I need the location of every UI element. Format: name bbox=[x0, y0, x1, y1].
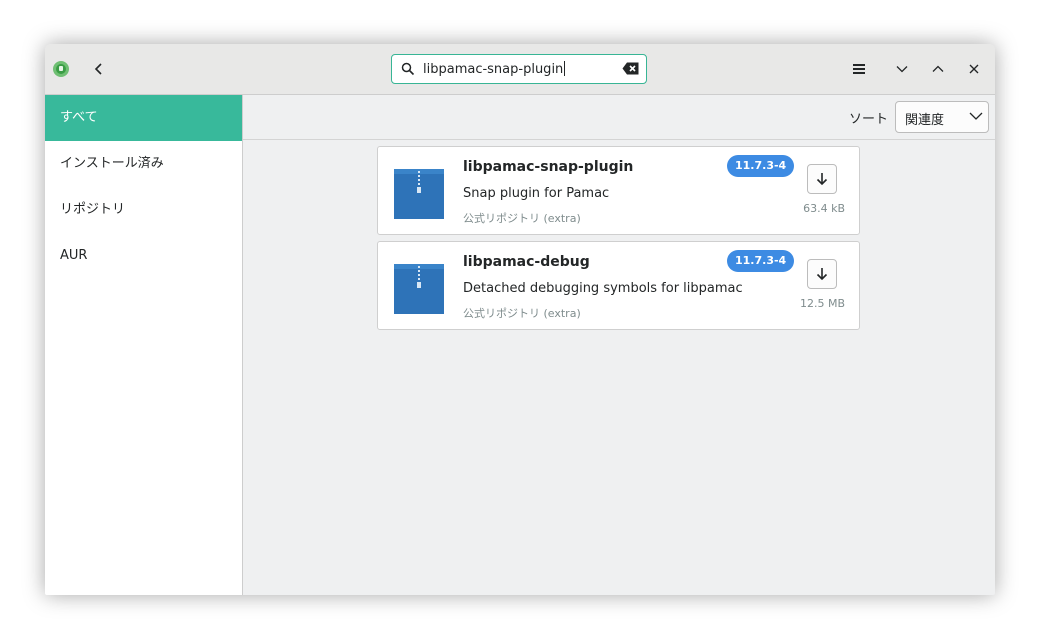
archive-package-icon bbox=[394, 264, 444, 314]
pamac-window: libpamac-snap-plugin すべて インストール済み リポジトリ … bbox=[45, 44, 995, 595]
package-row[interactable]: libpamac-debug Detached debugging symbol… bbox=[377, 241, 860, 330]
package-repository: 公式リポジトリ (extra) bbox=[463, 212, 581, 225]
download-arrow-icon bbox=[816, 173, 828, 186]
minimize-icon bbox=[896, 66, 908, 73]
download-arrow-icon bbox=[816, 268, 828, 281]
package-row[interactable]: libpamac-snap-plugin Snap plugin for Pam… bbox=[377, 146, 860, 235]
search-input[interactable]: libpamac-snap-plugin bbox=[423, 61, 565, 77]
search-field[interactable]: libpamac-snap-plugin bbox=[391, 54, 647, 84]
close-button[interactable] bbox=[960, 55, 988, 83]
sort-dropdown[interactable]: 関連度 bbox=[895, 101, 989, 133]
version-badge: 11.7.3-4 bbox=[727, 155, 795, 177]
package-size: 12.5 MB bbox=[799, 297, 845, 310]
back-arrow-icon bbox=[94, 63, 102, 75]
maximize-button[interactable] bbox=[924, 55, 952, 83]
pamac-app-icon bbox=[53, 61, 69, 77]
package-name: libpamac-debug bbox=[463, 254, 590, 270]
back-button[interactable] bbox=[85, 55, 113, 83]
maximize-icon bbox=[932, 65, 944, 72]
package-size: 63.4 kB bbox=[803, 202, 845, 215]
chevron-down-icon bbox=[969, 112, 983, 120]
search-icon bbox=[401, 62, 415, 76]
close-icon bbox=[969, 64, 979, 74]
sidebar: すべて インストール済み リポジトリ AUR bbox=[45, 95, 243, 595]
menu-button[interactable] bbox=[845, 55, 873, 83]
header-bar: libpamac-snap-plugin bbox=[45, 44, 995, 95]
package-description: Detached debugging symbols for libpamac bbox=[463, 281, 743, 296]
minimize-button[interactable] bbox=[888, 55, 916, 83]
sort-selected-value: 関連度 bbox=[905, 113, 945, 128]
install-button[interactable] bbox=[807, 164, 837, 194]
sidebar-item-all[interactable]: すべて bbox=[45, 95, 242, 141]
sidebar-item-repositories[interactable]: リポジトリ bbox=[45, 187, 242, 233]
sort-label: ソート bbox=[848, 112, 888, 127]
install-button[interactable] bbox=[807, 259, 837, 289]
archive-package-icon bbox=[394, 169, 444, 219]
package-repository: 公式リポジトリ (extra) bbox=[463, 307, 581, 320]
package-name: libpamac-snap-plugin bbox=[463, 159, 634, 175]
sort-toolbar: ソート 関連度 bbox=[243, 95, 995, 140]
sidebar-item-aur[interactable]: AUR bbox=[45, 233, 242, 279]
sidebar-item-installed[interactable]: インストール済み bbox=[45, 141, 242, 187]
version-badge: 11.7.3-4 bbox=[727, 250, 795, 272]
hamburger-menu-icon bbox=[853, 64, 865, 74]
package-description: Snap plugin for Pamac bbox=[463, 186, 610, 201]
clear-input-icon[interactable] bbox=[622, 62, 639, 75]
